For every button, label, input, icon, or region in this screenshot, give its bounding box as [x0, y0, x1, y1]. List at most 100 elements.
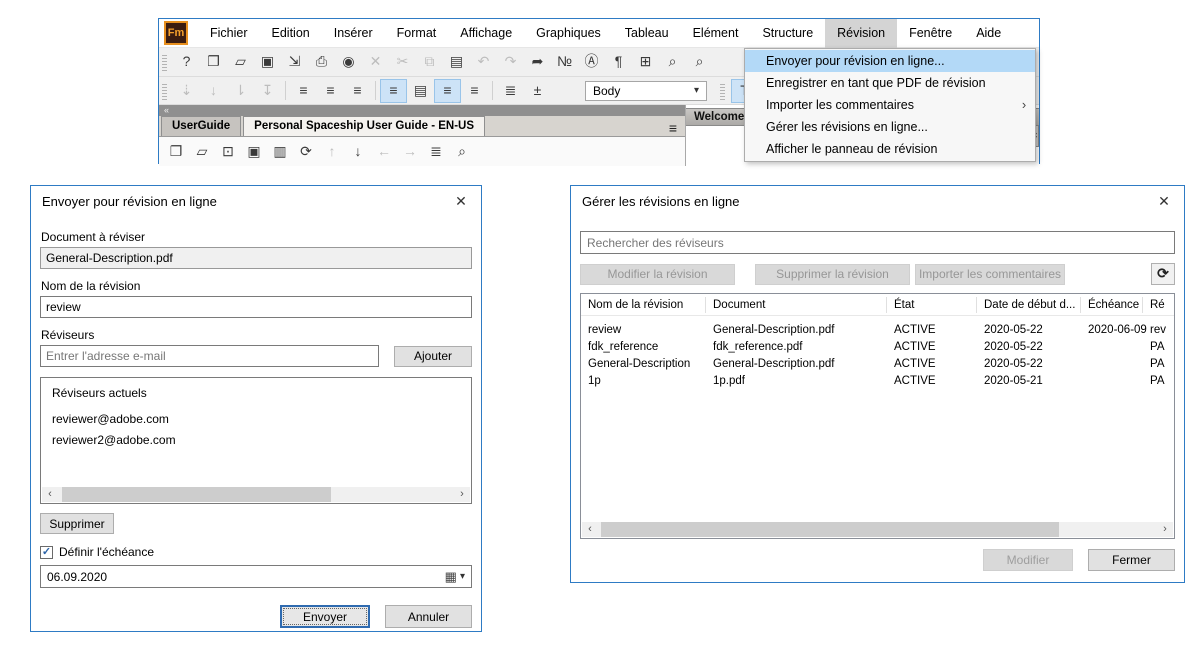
menu-structure[interactable]: Structure [750, 19, 825, 48]
menu-revision[interactable]: Révision [825, 19, 897, 48]
add-button[interactable]: Ajouter [394, 346, 472, 367]
scroll-right-icon[interactable]: › [454, 487, 470, 502]
add-document-icon[interactable]: ❐ [163, 140, 189, 164]
cut-icon[interactable]: ✂ [389, 50, 416, 74]
update-book-icon[interactable]: ⟳ [293, 140, 319, 164]
delete-review-button[interactable]: Supprimer la révision [755, 264, 910, 285]
menu-item-afficher-le-panneau-de-revision[interactable]: Afficher le panneau de révision [745, 138, 1035, 160]
paragraph-style-select[interactable]: Body ▾ [585, 81, 707, 101]
move-down-icon[interactable]: ↓ [345, 140, 371, 164]
scroll-left-icon[interactable]: ‹ [582, 522, 598, 537]
undo-icon[interactable]: ↶ [470, 50, 497, 74]
align-left-icon[interactable]: ≡ [290, 79, 317, 103]
forward-icon[interactable]: → [397, 140, 423, 164]
toolbar-grip[interactable] [720, 82, 725, 100]
chevron-down-icon[interactable]: ▾ [460, 571, 465, 582]
find-paragraph-icon[interactable]: ¶ [605, 50, 632, 74]
close-icon[interactable]: ✕ [452, 193, 470, 210]
table-row[interactable]: General-DescriptionGeneral-Description.p… [581, 355, 1174, 372]
add-selection-icon[interactable]: ⊡ [215, 140, 241, 164]
refresh-icon[interactable]: ⟳ [1151, 263, 1175, 285]
line-spacing-icon[interactable]: ≣ [497, 79, 524, 103]
insert-down-icon[interactable]: ↓ [200, 79, 227, 103]
menu-graphiques[interactable]: Graphiques [524, 19, 613, 48]
review-name-field[interactable] [40, 296, 472, 318]
close-icon[interactable]: ✕ [1155, 193, 1173, 210]
document-field[interactable] [40, 247, 472, 269]
reviewer-list-item[interactable]: reviewer@adobe.com [52, 412, 460, 426]
find-table-icon[interactable]: ⊞ [632, 50, 659, 74]
print-icon[interactable]: ⎙ [308, 50, 335, 74]
modify-review-button[interactable]: Modifier la révision [580, 264, 735, 285]
zoom-text-icon[interactable]: ⌕ [659, 50, 686, 74]
save-icon[interactable]: ▣ [254, 50, 281, 74]
scroll-left-icon[interactable]: ‹ [42, 487, 58, 502]
tab-userguide[interactable]: UserGuide [161, 116, 241, 136]
table-row[interactable]: reviewGeneral-Description.pdfACTIVE2020-… [581, 321, 1174, 338]
copy-icon[interactable]: ⧉ [416, 50, 443, 74]
menu-element[interactable]: Elément [681, 19, 751, 48]
menu-fichier[interactable]: Fichier [198, 19, 260, 48]
toolbar-grip[interactable] [162, 82, 167, 100]
send-button[interactable]: Envoyer [280, 605, 370, 628]
move-up-icon[interactable]: ↑ [319, 140, 345, 164]
tab-personal-spaceship-user-guide-en-us[interactable]: Personal Spaceship User Guide - EN-US [243, 116, 485, 136]
scrollbar-thumb[interactable] [601, 522, 1059, 537]
align-right-icon[interactable]: ≡ [344, 79, 371, 103]
justify-full-icon[interactable]: ▤ [407, 79, 434, 103]
modify-button[interactable]: Modifier [983, 549, 1073, 571]
list-view-icon[interactable]: ≣ [423, 140, 449, 164]
cancel-button[interactable]: Annuler [385, 605, 472, 628]
menu-aide[interactable]: Aide [964, 19, 1013, 48]
close-button[interactable]: Fermer [1088, 549, 1175, 571]
menu-item-gerer-les-revisions-en-ligne[interactable]: Gérer les révisions en ligne... [745, 116, 1035, 138]
reviewer-list-item[interactable]: reviewer2@adobe.com [52, 433, 460, 447]
find-format-icon[interactable]: Ⓐ [578, 50, 605, 74]
publish-icon[interactable]: ➦ [524, 50, 551, 74]
menu-item-envoyer-pour-revision-en-ligne[interactable]: Envoyer pour révision en ligne... [745, 50, 1035, 72]
lock-icon[interactable]: ◉ [335, 50, 362, 74]
add-folder-icon[interactable]: ▱ [189, 140, 215, 164]
menu-edition[interactable]: Edition [260, 19, 322, 48]
justify-left-icon[interactable]: ≡ [380, 79, 407, 103]
spacing-options-icon[interactable]: ± [524, 79, 551, 103]
email-field[interactable] [40, 345, 379, 367]
calendar-icon[interactable]: ▦ [445, 569, 457, 585]
align-justify-icon[interactable]: ≡ [461, 79, 488, 103]
search-icon[interactable]: ⌕ [449, 140, 475, 164]
toolbar-grip[interactable] [162, 53, 167, 71]
back-icon[interactable]: ← [371, 140, 397, 164]
baseline-down-icon[interactable]: ↧ [254, 79, 281, 103]
table-row[interactable]: 1p1p.pdfACTIVE2020-05-21PA [581, 372, 1174, 389]
import-comments-button[interactable]: Importer les commentaires [915, 264, 1065, 285]
deadline-checkbox[interactable]: ✓ [40, 546, 53, 559]
insert-below-icon[interactable]: ⇣ [173, 79, 200, 103]
table-row[interactable]: fdk_referencefdk_reference.pdfACTIVE2020… [581, 338, 1174, 355]
menu-fenetre[interactable]: Fenêtre [897, 19, 964, 48]
scroll-right-icon[interactable]: › [1157, 522, 1173, 537]
redo-icon[interactable]: ↷ [497, 50, 524, 74]
save-book-icon[interactable]: ▣ [241, 140, 267, 164]
search-reviews-input[interactable] [580, 231, 1175, 254]
menu-format[interactable]: Format [385, 19, 449, 48]
delete-reviewer-button[interactable]: Supprimer [40, 513, 114, 534]
paste-icon[interactable]: ▤ [443, 50, 470, 74]
move-anchor-down-icon[interactable]: ⇂ [227, 79, 254, 103]
panel-menu-icon[interactable]: ≡ [661, 120, 685, 136]
deadline-date-field[interactable]: 06.09.2020 ▦ ▾ [40, 565, 472, 588]
panel-collapse-button[interactable]: « [159, 105, 685, 116]
conditional-text-icon[interactable]: № [551, 50, 578, 74]
scrollbar-thumb[interactable] [62, 487, 331, 502]
align-center-icon[interactable]: ≡ [317, 79, 344, 103]
justify-icon[interactable]: ≡ [434, 79, 461, 103]
menu-affichage[interactable]: Affichage [448, 19, 524, 48]
import-document-icon[interactable]: ⇲ [281, 50, 308, 74]
open-folder-icon[interactable]: ▱ [227, 50, 254, 74]
menu-item-importer-les-commentaires[interactable]: Importer les commentaires› [745, 94, 1035, 116]
delete-item-icon[interactable]: ▥ [267, 140, 293, 164]
help-icon[interactable]: ? [173, 50, 200, 74]
menu-tableau[interactable]: Tableau [613, 19, 681, 48]
zoom-icon[interactable]: ⌕ [686, 50, 713, 74]
delete-icon[interactable]: ✕ [362, 50, 389, 74]
menu-item-enregistrer-en-tant-que-pdf-de-revision[interactable]: Enregistrer en tant que PDF de révision [745, 72, 1035, 94]
